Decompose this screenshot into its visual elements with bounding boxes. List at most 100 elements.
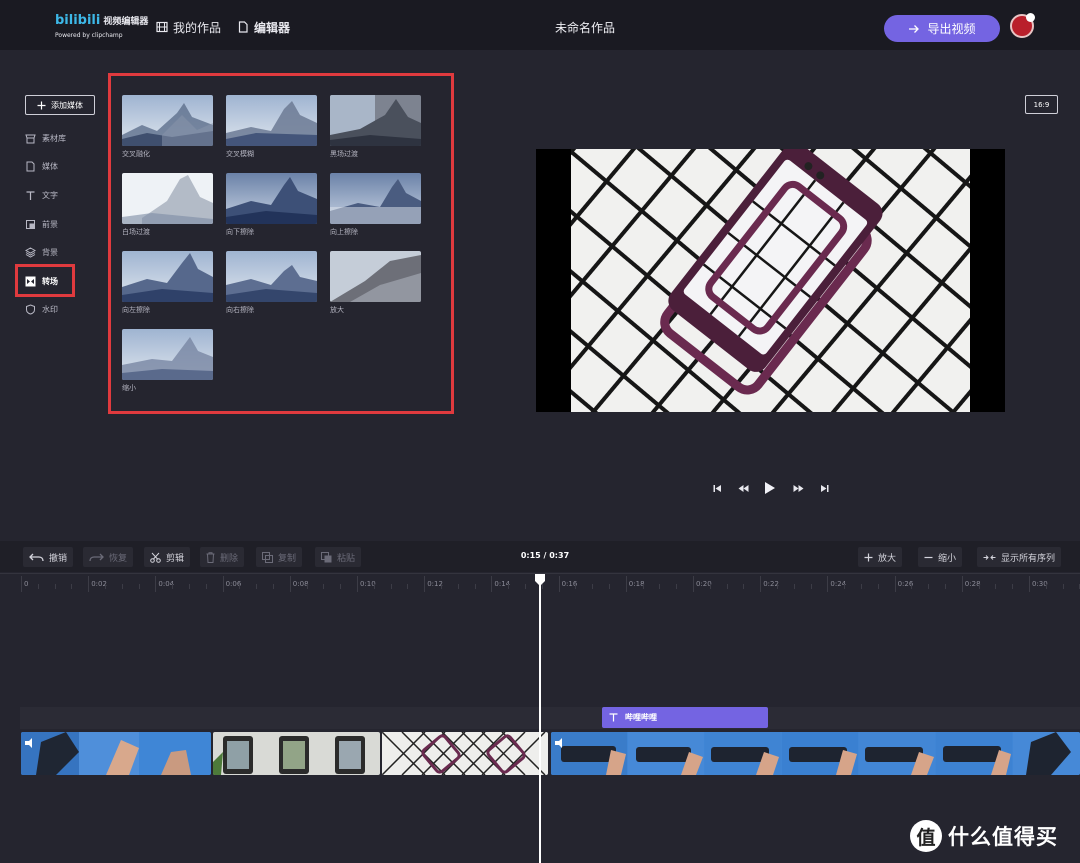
nav-my-projects-label: 我的作品 — [173, 20, 222, 35]
ruler-minor-tick — [407, 584, 409, 589]
nav-my-projects[interactable]: 我的作品 — [156, 18, 221, 36]
sidebar-item-label: 前景 — [42, 219, 58, 229]
undo-button[interactable]: 撤销 — [23, 547, 74, 567]
cut-label: 剪辑 — [166, 553, 185, 564]
ruler-minor-tick — [1012, 584, 1014, 589]
transition-thumb-fade-black[interactable] — [330, 95, 421, 146]
minus-icon — [924, 556, 933, 558]
ruler-minor-tick — [205, 584, 207, 589]
sidebar-item-background[interactable]: 背景 — [25, 244, 58, 260]
transition-thumb-fade-white[interactable] — [122, 173, 213, 224]
ruler-minor-tick — [256, 584, 258, 589]
ruler-minor-tick — [592, 584, 594, 589]
zoom-in-button[interactable]: 放大 — [858, 547, 903, 567]
redo-icon — [89, 553, 104, 561]
ruler-minor-tick — [441, 584, 442, 589]
text-clip-label: 哔哩哔哩 — [625, 713, 657, 722]
transition-thumb-cross-dissolve[interactable] — [122, 95, 213, 146]
ruler-minor-tick — [978, 584, 980, 589]
fast-forward-icon[interactable] — [790, 478, 806, 498]
ruler-minor-tick — [575, 584, 577, 589]
foreground-icon — [25, 219, 36, 230]
play-button[interactable] — [762, 478, 778, 498]
shield-icon — [25, 303, 36, 315]
sidebar-item-label: 水印 — [42, 304, 58, 314]
ruler-minor-tick — [508, 584, 510, 589]
ruler-minor-tick — [390, 584, 392, 589]
transition-thumb-wipe-right[interactable] — [226, 251, 317, 302]
add-media-button[interactable]: 添加媒体 — [25, 95, 95, 115]
sidebar-item-label: 背景 — [42, 247, 58, 257]
zoom-in-label: 放大 — [878, 553, 897, 564]
ruler-minor-tick — [1045, 584, 1047, 589]
document-icon — [238, 21, 248, 33]
sidebar-item-label: 媒体 — [42, 161, 58, 171]
video-clip-4[interactable] — [551, 732, 1080, 775]
sidebar-item-text[interactable]: 文字 — [25, 187, 58, 203]
transition-label: 交叉模糊 — [226, 150, 254, 158]
delete-button[interactable]: 删除 — [200, 547, 245, 567]
transition-label: 交叉融化 — [122, 150, 150, 158]
playhead-handle[interactable] — [534, 573, 546, 587]
ruler-minor-tick — [273, 584, 274, 589]
ruler-minor-tick — [121, 584, 123, 589]
ruler-minor-tick — [373, 584, 375, 589]
paste-button[interactable]: 粘贴 — [315, 547, 362, 567]
ruler-minor-tick — [844, 584, 846, 589]
trash-icon — [206, 551, 215, 563]
rewind-icon[interactable] — [735, 478, 751, 498]
sidebar-item-foreground[interactable]: 前景 — [25, 216, 58, 232]
transition-thumb-wipe-down[interactable] — [226, 173, 317, 224]
delete-label: 删除 — [220, 553, 239, 564]
ruler-minor-tick — [172, 584, 174, 589]
text-clip[interactable]: 哔哩哔哩 — [602, 707, 768, 728]
cut-button[interactable]: 剪辑 — [144, 547, 191, 567]
redo-button[interactable]: 恢复 — [83, 547, 134, 567]
watermark-text: 什么值得买 — [948, 825, 1058, 849]
playhead-line[interactable] — [539, 580, 541, 863]
copy-label: 复制 — [278, 553, 297, 564]
top-bar: bilibili 视频编辑器 Powered by clipchamp 我的作品 … — [0, 0, 1080, 50]
transition-label: 放大 — [330, 306, 344, 314]
ruler-minor-tick — [945, 584, 946, 589]
sidebar-item-library[interactable]: 素材库 — [25, 130, 66, 146]
transition-thumb-wipe-left[interactable] — [122, 251, 213, 302]
transition-label: 向上擦除 — [330, 228, 358, 236]
app-logo[interactable]: bilibili 视频编辑器 Powered by clipchamp — [55, 13, 155, 39]
watermark-logo-icon: 值 — [910, 820, 942, 852]
arrow-right-icon — [909, 24, 920, 33]
export-video-button[interactable]: 导出视频 — [884, 15, 1000, 42]
transition-thumb-zoom-in[interactable] — [330, 251, 421, 302]
transition-thumb-cross-blur[interactable] — [226, 95, 317, 146]
sidebar-item-media[interactable]: 媒体 — [25, 158, 58, 174]
ruler-minor-tick — [189, 584, 190, 589]
transition-thumb-wipe-up[interactable] — [330, 173, 421, 224]
aspect-ratio-button[interactable]: 16:9 — [1025, 95, 1058, 114]
show-all-button[interactable]: 显示所有序列 — [977, 547, 1062, 567]
project-title[interactable]: 未命名作品 — [540, 19, 630, 36]
skip-to-end-icon[interactable] — [817, 478, 831, 498]
video-clip-1[interactable] — [21, 732, 211, 775]
plus-icon — [864, 553, 873, 561]
playback-controls — [705, 478, 835, 498]
transition-thumb-zoom-out[interactable] — [122, 329, 213, 380]
ruler-minor-tick — [810, 584, 812, 589]
nav-editor[interactable]: 编辑器 — [237, 18, 290, 36]
ruler-minor-tick — [340, 584, 342, 589]
ruler-minor-tick — [525, 584, 526, 589]
file-icon — [25, 161, 36, 172]
film-icon — [156, 21, 168, 33]
zoom-out-button[interactable]: 缩小 — [918, 547, 963, 567]
ruler-minor-tick — [239, 584, 241, 589]
copy-button[interactable]: 复制 — [256, 547, 303, 567]
ruler-minor-tick — [995, 584, 997, 589]
sidebar-item-watermark[interactable]: 水印 — [25, 301, 58, 317]
video-clip-2[interactable] — [213, 732, 380, 775]
ruler-minor-tick — [743, 584, 745, 589]
ruler-minor-tick — [861, 584, 862, 589]
ruler-minor-tick — [54, 584, 56, 589]
skip-to-start-icon[interactable] — [710, 478, 724, 498]
transition-label: 白场过渡 — [122, 228, 150, 236]
video-clip-3[interactable] — [382, 732, 548, 775]
ruler-minor-tick — [877, 584, 879, 589]
